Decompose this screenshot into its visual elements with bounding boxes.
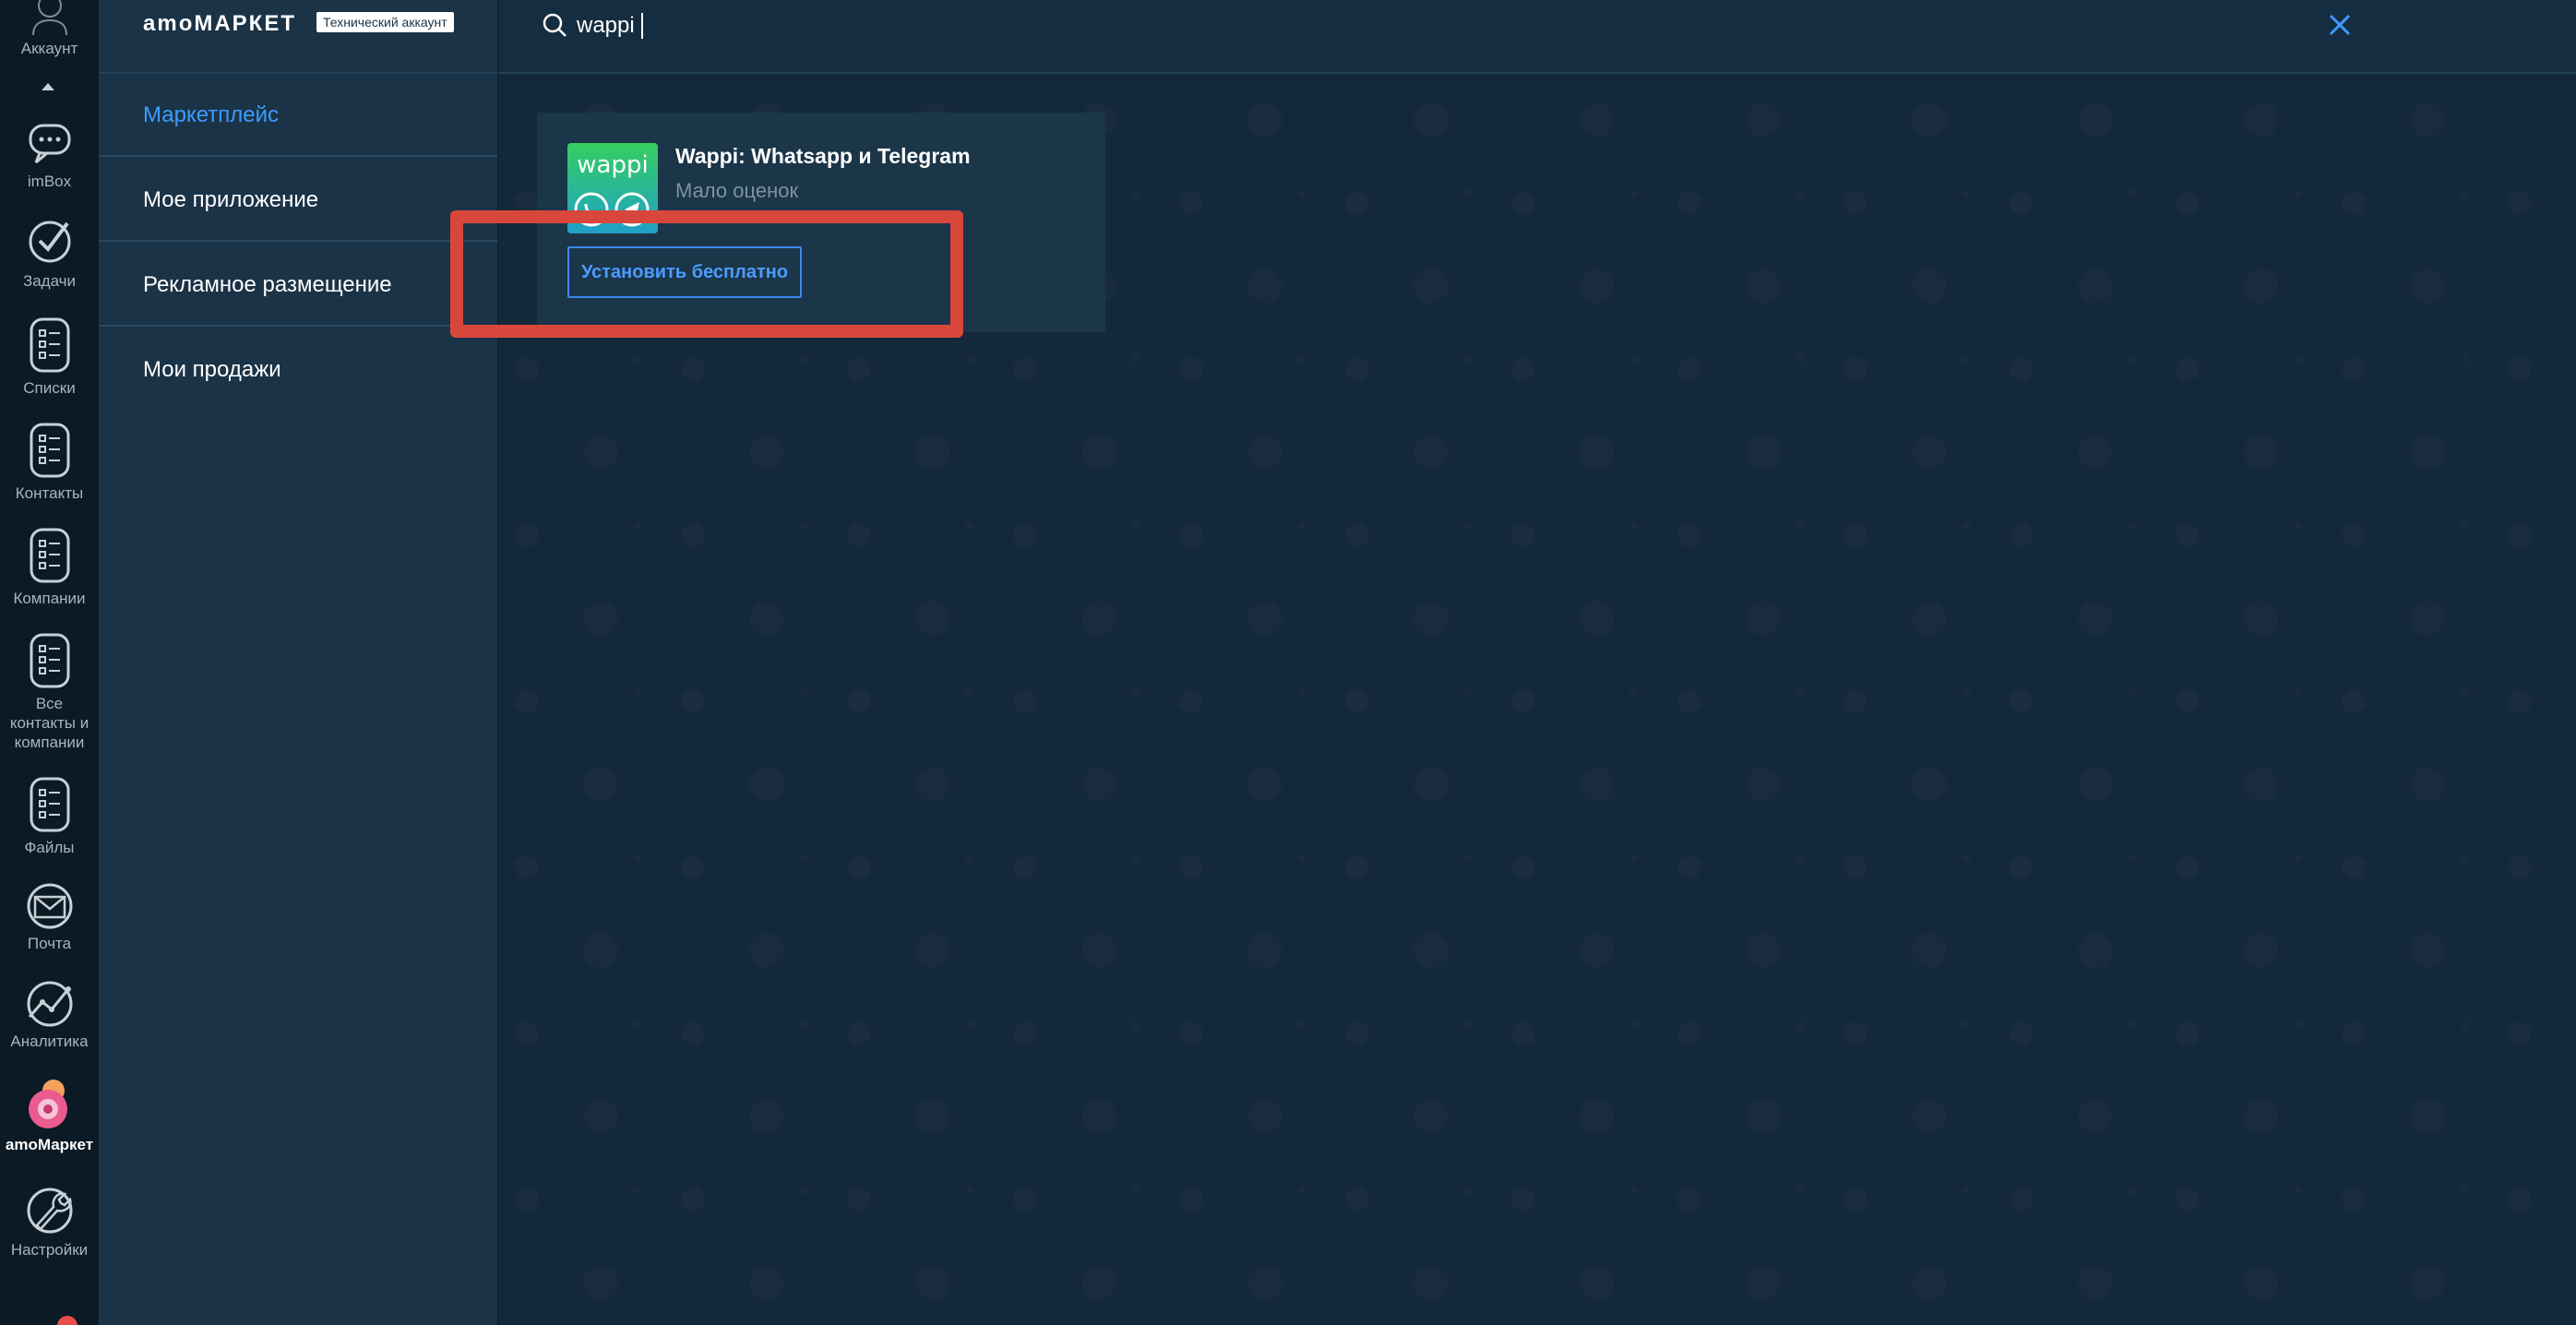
analytics-icon: [27, 981, 72, 1027]
rail-item-settings[interactable]: Настройки: [0, 1183, 99, 1259]
app-rating: Мало оценок: [675, 179, 799, 202]
rail-item-lists[interactable]: Списки: [0, 314, 99, 398]
notification-badge[interactable]: [57, 1316, 78, 1325]
list-icon: [30, 317, 69, 373]
rail-item-all-contacts[interactable]: Все контакты и компании: [0, 629, 99, 752]
rail-label-tasks: Задачи: [22, 272, 77, 290]
market-icon: [28, 1080, 67, 1128]
rail-label-companies: Компании: [13, 590, 86, 607]
rail-label-account: Аккаунт: [20, 40, 78, 57]
brand-title: amoМАРКЕТ: [143, 11, 296, 36]
rail-label-lists: Списки: [23, 379, 76, 397]
check-icon: [29, 221, 70, 263]
list-icon: [30, 777, 69, 832]
rail-item-companies[interactable]: Компании: [0, 524, 99, 608]
chat-icon: [29, 124, 70, 164]
search-input[interactable]: [577, 9, 2053, 42]
rail-label-contacts: Контакты: [15, 484, 84, 502]
app-logo: wappi: [567, 143, 658, 233]
rail-label-analytics: Аналитика: [10, 1033, 89, 1050]
rail-label-amomarket: amoМаркет: [5, 1136, 94, 1153]
rail-item-contacts[interactable]: Контакты: [0, 419, 99, 503]
logo-text: wappi: [577, 151, 648, 179]
account-icon: [31, 0, 67, 35]
list-icon: [30, 528, 69, 583]
scroll-up-icon[interactable]: [42, 83, 54, 90]
rail-label-settings: Настройки: [10, 1241, 89, 1259]
left-rail: Аккаунт imBox Задачи Списки Контакты Ком…: [0, 0, 99, 1325]
technical-account-badge: Технический аккаунт: [316, 12, 454, 32]
market-menu: amoМАРКЕТ Технический аккаунт Маркетплей…: [99, 0, 499, 1325]
app-root: Аккаунт imBox Задачи Списки Контакты Ком…: [0, 0, 2576, 1325]
rail-item-amomarket[interactable]: amoМаркет: [0, 1078, 99, 1154]
wrench-icon: [27, 1188, 72, 1234]
menu-item-advertising[interactable]: Рекламное размещение: [99, 244, 497, 327]
rail-label-mail: Почта: [27, 935, 72, 952]
rail-label-imbox: imBox: [27, 173, 72, 190]
app-title[interactable]: Wappi: Whatsapp и Telegram: [675, 144, 971, 169]
menu-item-my-sales[interactable]: Мои продажи: [99, 328, 497, 412]
close-icon[interactable]: [2326, 11, 2354, 39]
wappi-logo-icon: wappi: [567, 143, 658, 233]
search-icon: [543, 13, 566, 37]
rail-label-files: Файлы: [24, 839, 75, 856]
menu-item-marketplace[interactable]: Маркетплейс: [99, 74, 497, 157]
menu-item-my-app[interactable]: Мое приложение: [99, 159, 497, 242]
rail-item-analytics[interactable]: Аналитика: [0, 980, 99, 1051]
install-free-button[interactable]: Установить бесплатно: [567, 246, 802, 298]
rail-item-account[interactable]: Аккаунт: [0, 0, 99, 58]
rail-item-imbox[interactable]: imBox: [0, 114, 99, 191]
mail-icon: [27, 883, 72, 929]
rail-item-files[interactable]: Файлы: [0, 773, 99, 857]
list-icon: [30, 633, 69, 688]
text-caret: [641, 13, 643, 39]
menu-header: amoМАРКЕТ Технический аккаунт: [99, 0, 497, 74]
rail-label-all-contacts: Все контакты и компании: [9, 695, 89, 751]
rail-item-mail[interactable]: Почта: [0, 882, 99, 953]
app-card[interactable]: wappi Wappi: Whatsapp и Telegram Мало оц…: [537, 113, 1105, 332]
list-icon: [30, 423, 69, 478]
rail-item-tasks[interactable]: Задачи: [0, 214, 99, 291]
search-bar: [499, 0, 2576, 74]
